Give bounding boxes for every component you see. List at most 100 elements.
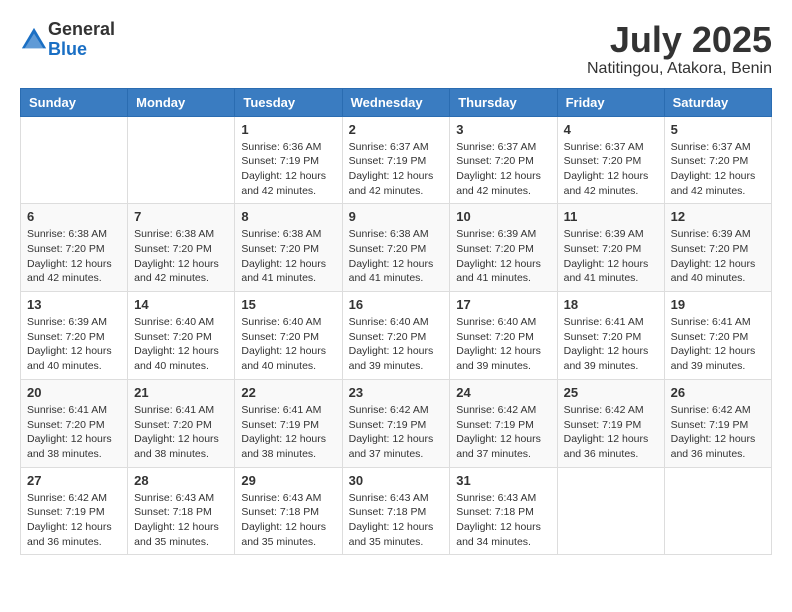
logo-blue: Blue	[48, 40, 115, 60]
day-info: Sunrise: 6:38 AM Sunset: 7:20 PM Dayligh…	[27, 227, 121, 286]
calendar-week-row: 27Sunrise: 6:42 AM Sunset: 7:19 PM Dayli…	[21, 467, 772, 555]
day-number: 7	[134, 209, 228, 224]
day-number: 13	[27, 297, 121, 312]
calendar-day-cell: 3 Sunrise: 6:37 AM Sunset: 7:20 PM Daylig…	[450, 116, 557, 204]
calendar-day-cell	[128, 116, 235, 204]
day-info: Sunrise: 6:41 AM Sunset: 7:20 PM Dayligh…	[671, 315, 765, 374]
day-info: Sunrise: 6:42 AM Sunset: 7:19 PM Dayligh…	[349, 403, 444, 462]
weekday-header-cell: Thursday	[450, 88, 557, 116]
weekday-header-cell: Wednesday	[342, 88, 450, 116]
calendar-day-cell: 6 Sunrise: 6:38 AM Sunset: 7:20 PM Daylig…	[21, 204, 128, 292]
page-header: General Blue July 2025 Natitingou, Atako…	[20, 20, 772, 78]
calendar-week-row: 6 Sunrise: 6:38 AM Sunset: 7:20 PM Daylig…	[21, 204, 772, 292]
title-block: July 2025 Natitingou, Atakora, Benin	[587, 20, 772, 78]
logo-icon	[20, 26, 48, 54]
calendar-day-cell: 12 Sunrise: 6:39 AM Sunset: 7:20 PM Dayli…	[664, 204, 771, 292]
day-number: 18	[564, 297, 658, 312]
day-number: 26	[671, 385, 765, 400]
day-info: Sunrise: 6:38 AM Sunset: 7:20 PM Dayligh…	[349, 227, 444, 286]
day-number: 6	[27, 209, 121, 224]
weekday-header-cell: Saturday	[664, 88, 771, 116]
calendar-day-cell: 16Sunrise: 6:40 AM Sunset: 7:20 PM Dayli…	[342, 292, 450, 380]
day-info: Sunrise: 6:38 AM Sunset: 7:20 PM Dayligh…	[134, 227, 228, 286]
day-info: Sunrise: 6:39 AM Sunset: 7:20 PM Dayligh…	[456, 227, 550, 286]
day-number: 9	[349, 209, 444, 224]
calendar-day-cell: 18 Sunrise: 6:41 AM Sunset: 7:20 PM Dayli…	[557, 292, 664, 380]
day-number: 2	[349, 122, 444, 137]
calendar-day-cell: 5 Sunrise: 6:37 AM Sunset: 7:20 PM Daylig…	[664, 116, 771, 204]
day-info: Sunrise: 6:40 AM Sunset: 7:20 PM Dayligh…	[241, 315, 335, 374]
day-number: 5	[671, 122, 765, 137]
day-number: 8	[241, 209, 335, 224]
calendar-day-cell: 25 Sunrise: 6:42 AM Sunset: 7:19 PM Dayli…	[557, 379, 664, 467]
day-number: 27	[27, 473, 121, 488]
day-number: 30	[349, 473, 444, 488]
day-number: 17	[456, 297, 550, 312]
day-info: Sunrise: 6:39 AM Sunset: 7:20 PM Dayligh…	[564, 227, 658, 286]
day-info: Sunrise: 6:37 AM Sunset: 7:20 PM Dayligh…	[671, 140, 765, 199]
day-info: Sunrise: 6:36 AM Sunset: 7:19 PM Dayligh…	[241, 140, 335, 199]
day-info: Sunrise: 6:41 AM Sunset: 7:19 PM Dayligh…	[241, 403, 335, 462]
calendar-day-cell: 21 Sunrise: 6:41 AM Sunset: 7:20 PM Dayli…	[128, 379, 235, 467]
day-number: 31	[456, 473, 550, 488]
day-info: Sunrise: 6:43 AM Sunset: 7:18 PM Dayligh…	[349, 491, 444, 550]
calendar-table: SundayMondayTuesdayWednesdayThursdayFrid…	[20, 88, 772, 556]
calendar-day-cell: 13 Sunrise: 6:39 AM Sunset: 7:20 PM Dayli…	[21, 292, 128, 380]
weekday-header-cell: Tuesday	[235, 88, 342, 116]
calendar-day-cell: 28 Sunrise: 6:43 AM Sunset: 7:18 PM Dayli…	[128, 467, 235, 555]
day-info: Sunrise: 6:39 AM Sunset: 7:20 PM Dayligh…	[671, 227, 765, 286]
day-number: 3	[456, 122, 550, 137]
location-title: Natitingou, Atakora, Benin	[587, 60, 772, 78]
calendar-day-cell: 14Sunrise: 6:40 AM Sunset: 7:20 PM Dayli…	[128, 292, 235, 380]
day-number: 22	[241, 385, 335, 400]
logo: General Blue	[20, 20, 115, 60]
calendar-day-cell: 22 Sunrise: 6:41 AM Sunset: 7:19 PM Dayli…	[235, 379, 342, 467]
calendar-day-cell: 26Sunrise: 6:42 AM Sunset: 7:19 PM Dayli…	[664, 379, 771, 467]
day-info: Sunrise: 6:38 AM Sunset: 7:20 PM Dayligh…	[241, 227, 335, 286]
day-number: 20	[27, 385, 121, 400]
calendar-day-cell: 24Sunrise: 6:42 AM Sunset: 7:19 PM Dayli…	[450, 379, 557, 467]
calendar-day-cell: 1 Sunrise: 6:36 AM Sunset: 7:19 PM Daylig…	[235, 116, 342, 204]
day-info: Sunrise: 6:43 AM Sunset: 7:18 PM Dayligh…	[456, 491, 550, 550]
day-info: Sunrise: 6:42 AM Sunset: 7:19 PM Dayligh…	[456, 403, 550, 462]
day-number: 23	[349, 385, 444, 400]
calendar-day-cell: 10Sunrise: 6:39 AM Sunset: 7:20 PM Dayli…	[450, 204, 557, 292]
calendar-day-cell: 19 Sunrise: 6:41 AM Sunset: 7:20 PM Dayli…	[664, 292, 771, 380]
day-number: 16	[349, 297, 444, 312]
month-year-title: July 2025	[587, 20, 772, 60]
calendar-day-cell	[557, 467, 664, 555]
day-number: 4	[564, 122, 658, 137]
calendar-body: 1 Sunrise: 6:36 AM Sunset: 7:19 PM Daylig…	[21, 116, 772, 555]
day-info: Sunrise: 6:42 AM Sunset: 7:19 PM Dayligh…	[564, 403, 658, 462]
day-info: Sunrise: 6:39 AM Sunset: 7:20 PM Dayligh…	[27, 315, 121, 374]
day-number: 25	[564, 385, 658, 400]
calendar-day-cell: 30 Sunrise: 6:43 AM Sunset: 7:18 PM Dayli…	[342, 467, 450, 555]
weekday-header-row: SundayMondayTuesdayWednesdayThursdayFrid…	[21, 88, 772, 116]
day-number: 12	[671, 209, 765, 224]
calendar-day-cell: 27Sunrise: 6:42 AM Sunset: 7:19 PM Dayli…	[21, 467, 128, 555]
calendar-day-cell: 8 Sunrise: 6:38 AM Sunset: 7:20 PM Daylig…	[235, 204, 342, 292]
day-info: Sunrise: 6:37 AM Sunset: 7:20 PM Dayligh…	[456, 140, 550, 199]
day-number: 15	[241, 297, 335, 312]
calendar-week-row: 13 Sunrise: 6:39 AM Sunset: 7:20 PM Dayli…	[21, 292, 772, 380]
calendar-day-cell: 29Sunrise: 6:43 AM Sunset: 7:18 PM Dayli…	[235, 467, 342, 555]
day-number: 19	[671, 297, 765, 312]
calendar-day-cell: 17Sunrise: 6:40 AM Sunset: 7:20 PM Dayli…	[450, 292, 557, 380]
calendar-day-cell: 9 Sunrise: 6:38 AM Sunset: 7:20 PM Daylig…	[342, 204, 450, 292]
day-info: Sunrise: 6:43 AM Sunset: 7:18 PM Dayligh…	[134, 491, 228, 550]
day-number: 21	[134, 385, 228, 400]
calendar-day-cell: 4Sunrise: 6:37 AM Sunset: 7:20 PM Daylig…	[557, 116, 664, 204]
day-number: 1	[241, 122, 335, 137]
day-info: Sunrise: 6:41 AM Sunset: 7:20 PM Dayligh…	[27, 403, 121, 462]
calendar-day-cell: 31 Sunrise: 6:43 AM Sunset: 7:18 PM Dayli…	[450, 467, 557, 555]
day-number: 14	[134, 297, 228, 312]
weekday-header-cell: Friday	[557, 88, 664, 116]
calendar-day-cell: 2Sunrise: 6:37 AM Sunset: 7:19 PM Daylig…	[342, 116, 450, 204]
logo-general: General	[48, 20, 115, 40]
day-number: 28	[134, 473, 228, 488]
calendar-week-row: 20 Sunrise: 6:41 AM Sunset: 7:20 PM Dayli…	[21, 379, 772, 467]
day-info: Sunrise: 6:41 AM Sunset: 7:20 PM Dayligh…	[564, 315, 658, 374]
day-number: 11	[564, 209, 658, 224]
calendar-day-cell	[664, 467, 771, 555]
day-info: Sunrise: 6:41 AM Sunset: 7:20 PM Dayligh…	[134, 403, 228, 462]
